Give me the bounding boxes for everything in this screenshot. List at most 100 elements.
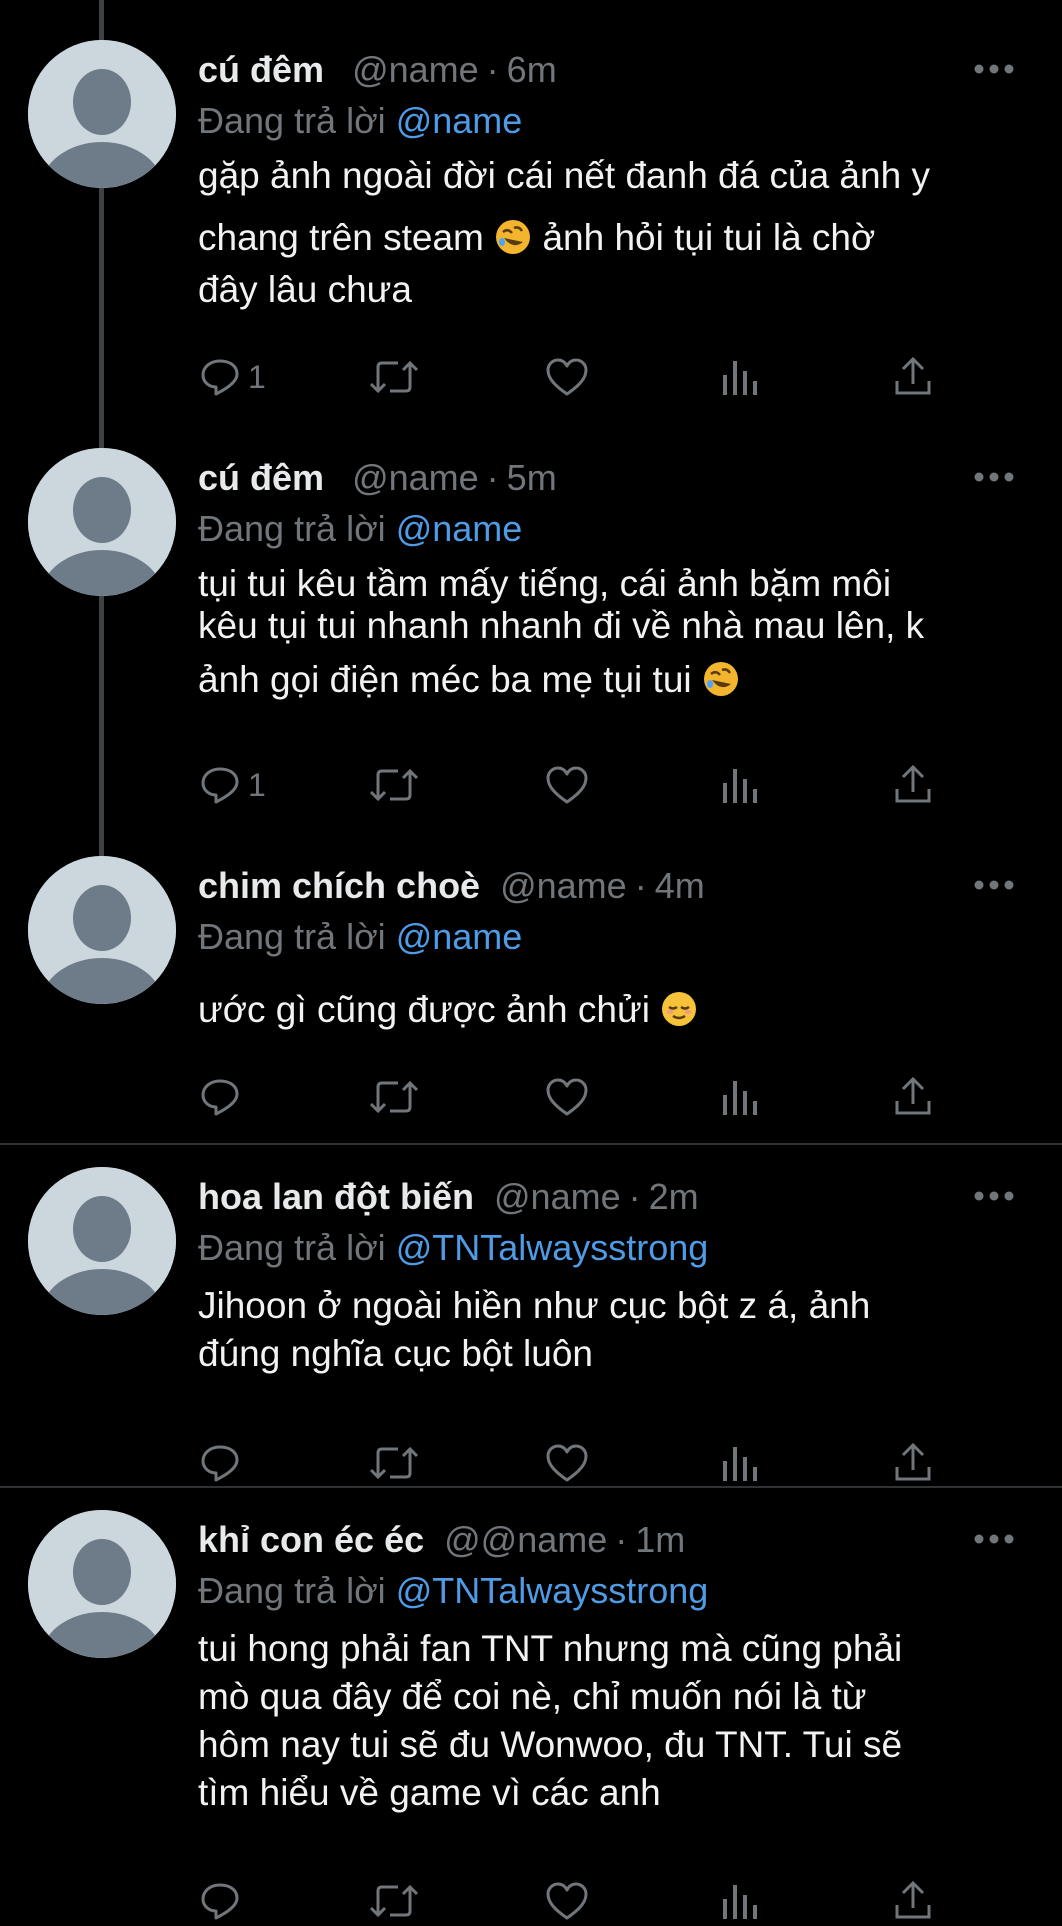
retweet-button[interactable] xyxy=(368,352,420,402)
avatar[interactable] xyxy=(28,856,176,1004)
replying-to: Đang trả lời @TNTalwaysstrong xyxy=(198,1567,708,1615)
tweet[interactable]: cú đêm @name · 5m Đang trả lời @name tụi t… xyxy=(0,448,1062,818)
avatar[interactable] xyxy=(28,1167,176,1315)
timestamp[interactable]: 4m xyxy=(655,865,705,906)
views-icon xyxy=(723,1885,757,1919)
retweet-button[interactable] xyxy=(368,1438,420,1488)
views-icon xyxy=(723,1081,757,1115)
user-handle[interactable]: @name xyxy=(352,49,479,90)
display-name[interactable]: cú đêm xyxy=(198,49,324,90)
tweet-text-line: kêu tụi tui nhanh nhanh đi về nhà mau lê… xyxy=(198,605,925,646)
timestamp[interactable]: 5m xyxy=(507,457,557,498)
more-icon[interactable] xyxy=(964,1171,1024,1211)
tweet-text: ước gì cũng được ảnh chửi xyxy=(198,986,1032,1034)
display-name[interactable]: khỉ con éc éc xyxy=(198,1519,424,1560)
tweet-text-line: gặp ảnh ngoài đời cái nết đanh đá của ản… xyxy=(198,155,930,196)
tweet-text-line: đây lâu chưa xyxy=(198,269,413,310)
retweet-button[interactable] xyxy=(368,1876,420,1926)
thread-line-top xyxy=(99,0,104,40)
separator-dot: · xyxy=(634,865,647,906)
views-button[interactable] xyxy=(720,1876,760,1926)
tweet-text-line: tụi tui kêu tầm mấy tiếng, cái ảnh bặm m… xyxy=(198,563,892,604)
views-icon xyxy=(723,361,757,395)
share-icon xyxy=(895,356,931,395)
reply-icon xyxy=(201,1079,239,1116)
separator-dot: · xyxy=(486,457,499,498)
retweet-button[interactable] xyxy=(368,1072,420,1122)
replying-to: Đang trả lời @name xyxy=(198,97,522,145)
more-icon[interactable] xyxy=(964,1514,1024,1554)
tweet[interactable]: hoa lan đột biến @name · 2m Đang trả lời @… xyxy=(0,1167,1062,1487)
reply-button[interactable] xyxy=(198,1072,242,1122)
tweet-text-line: Jihoon ở ngoài hiền như cục bột z á, ảnh xyxy=(198,1285,871,1326)
user-handle[interactable]: @name xyxy=(352,457,479,498)
reply-button[interactable]: 1 xyxy=(198,352,266,402)
views-button[interactable] xyxy=(720,352,760,402)
user-handle[interactable]: @@name xyxy=(444,1519,607,1560)
share-button[interactable] xyxy=(892,1876,934,1926)
views-button[interactable] xyxy=(720,1438,760,1488)
tweet-text: tụi tui kêu tầm mấy tiếng, cái ảnh bặm m… xyxy=(198,560,1032,704)
share-button[interactable] xyxy=(892,1072,934,1122)
rolling-on-floor-laughing-emoji xyxy=(703,662,738,696)
like-button[interactable] xyxy=(544,1876,590,1926)
tweet-header: chim chích choè @name · 4m xyxy=(198,862,982,910)
replying-to: Đang trả lời @name xyxy=(198,505,522,553)
reply-button[interactable]: 1 xyxy=(198,760,266,810)
replying-to: Đang trả lời @name xyxy=(198,913,522,961)
more-icon[interactable] xyxy=(964,452,1024,492)
user-handle[interactable]: @name xyxy=(500,865,627,906)
avatar[interactable] xyxy=(28,448,176,596)
retweet-button[interactable] xyxy=(368,760,420,810)
tweet-header: hoa lan đột biến @name · 2m xyxy=(198,1173,982,1221)
reply-count: 1 xyxy=(248,766,266,803)
tweet[interactable]: chim chích choè @name · 4m Đang trả lời @n… xyxy=(0,856,1062,1142)
mention-link[interactable]: @name xyxy=(396,100,523,141)
display-name[interactable]: hoa lan đột biến xyxy=(198,1176,474,1217)
tweet-text-line: ước gì cũng được ảnh chửi xyxy=(198,989,650,1030)
like-button[interactable] xyxy=(544,352,590,402)
reply-button[interactable] xyxy=(198,1438,242,1488)
tweet-text-line: tìm hiểu về game vì các anh xyxy=(198,1772,661,1813)
avatar[interactable] xyxy=(28,1510,176,1658)
timestamp[interactable]: 1m xyxy=(635,1519,685,1560)
mention-link[interactable]: @TNTalwaysstrong xyxy=(396,1570,709,1611)
display-name[interactable]: cú đêm xyxy=(198,457,324,498)
like-button[interactable] xyxy=(544,1438,590,1488)
tweet-text-line: đúng nghĩa cục bột luôn xyxy=(198,1333,593,1374)
more-icon[interactable] xyxy=(964,860,1024,900)
user-handle[interactable]: @name xyxy=(494,1176,621,1217)
replying-to-label: Đang trả lời xyxy=(198,916,386,957)
avatar[interactable] xyxy=(28,40,176,188)
share-icon xyxy=(895,1880,931,1919)
share-icon xyxy=(895,1442,931,1481)
mention-link[interactable]: @name xyxy=(396,508,523,549)
retweet-icon xyxy=(369,1080,419,1114)
share-button[interactable] xyxy=(892,352,934,402)
replying-to-label: Đang trả lời xyxy=(198,100,386,141)
mention-link[interactable]: @TNTalwaysstrong xyxy=(396,1227,709,1268)
display-name[interactable]: chim chích choè xyxy=(198,865,480,906)
share-button[interactable] xyxy=(892,760,934,810)
heart-icon xyxy=(546,358,588,396)
timestamp[interactable]: 2m xyxy=(649,1176,699,1217)
views-button[interactable] xyxy=(720,1072,760,1122)
mention-link[interactable]: @name xyxy=(396,916,523,957)
like-button[interactable] xyxy=(544,760,590,810)
tweet[interactable]: khỉ con éc éc @@name · 1m Đang trả lời @TN… xyxy=(0,1510,1062,1920)
timestamp[interactable]: 6m xyxy=(507,49,557,90)
relieved-face-emoji xyxy=(662,992,697,1026)
reply-button[interactable] xyxy=(198,1876,242,1926)
separator-dot: · xyxy=(486,49,499,90)
tweet-header: cú đêm @name · 5m xyxy=(198,454,982,502)
tweet[interactable]: cú đêm @name · 6m Đang trả lời @name gặp ả… xyxy=(0,40,1062,410)
views-button[interactable] xyxy=(720,760,760,810)
separator-dot: · xyxy=(615,1519,628,1560)
share-button[interactable] xyxy=(892,1438,934,1488)
reply-icon xyxy=(201,359,239,396)
more-icon[interactable] xyxy=(964,44,1024,84)
retweet-icon xyxy=(369,1884,419,1918)
like-button[interactable] xyxy=(544,1072,590,1122)
action-bar xyxy=(198,1072,958,1122)
heart-icon xyxy=(546,1882,588,1920)
